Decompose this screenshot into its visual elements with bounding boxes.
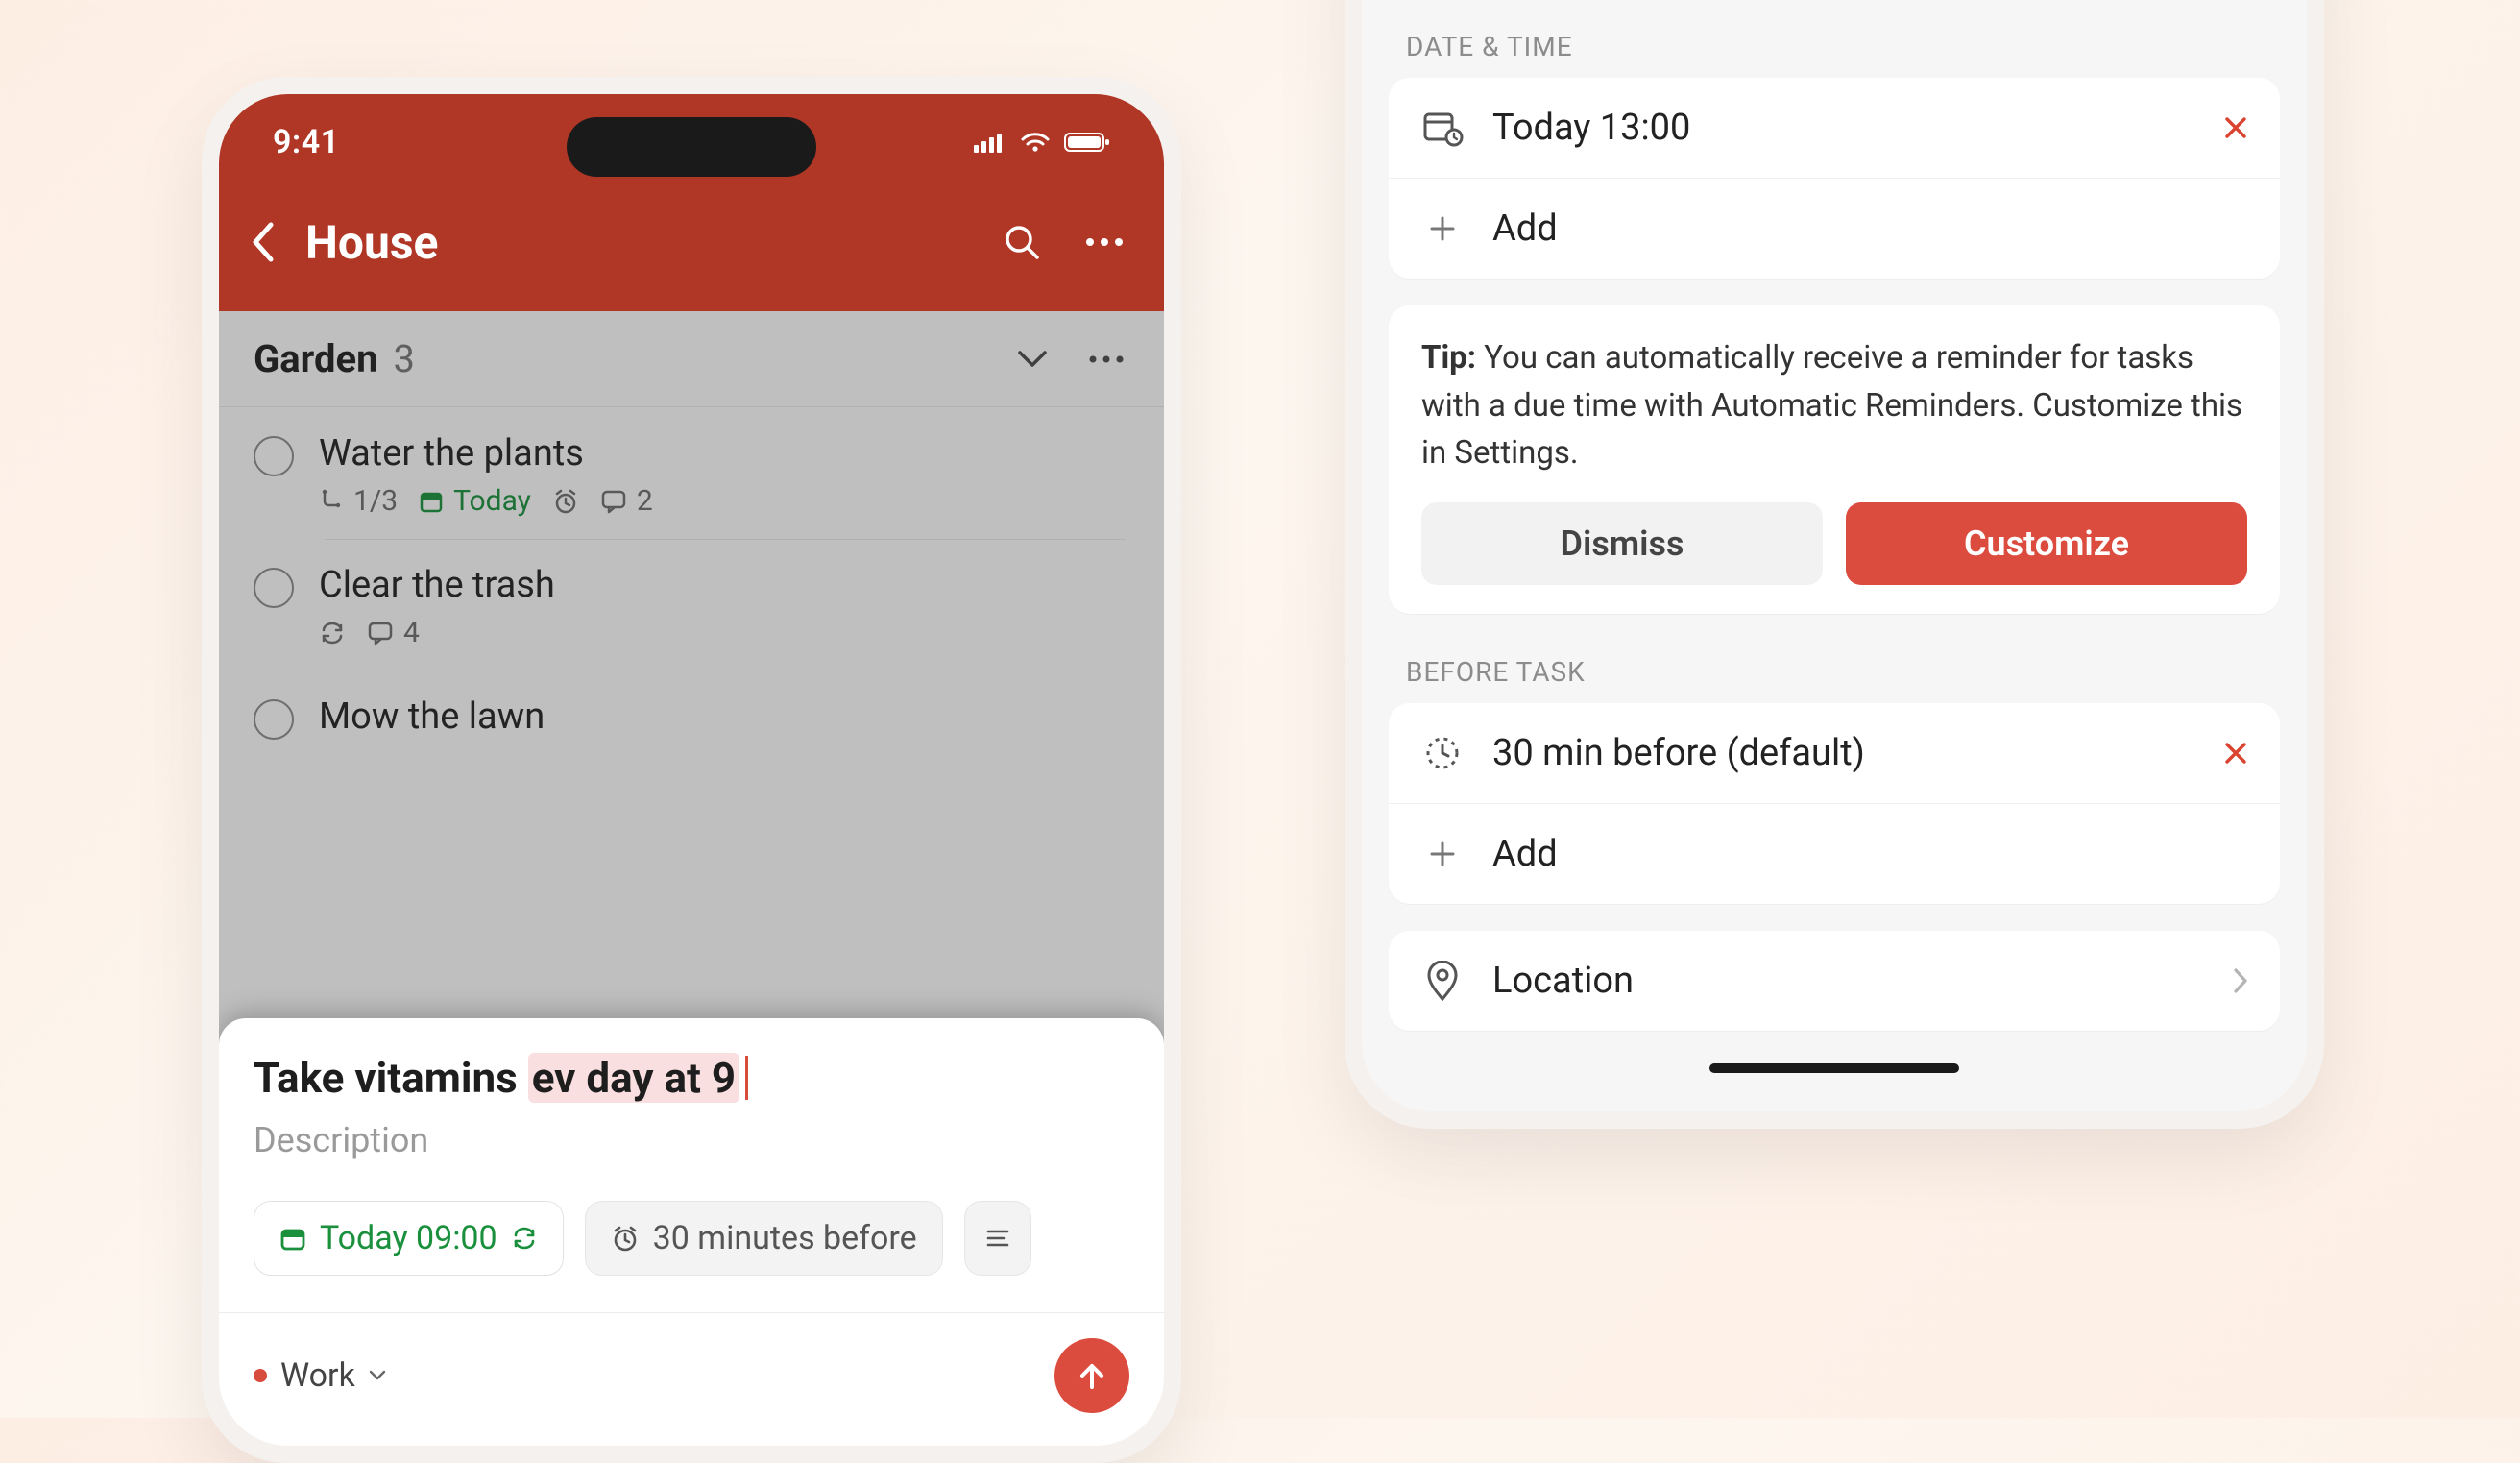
search-icon[interactable] — [1003, 223, 1041, 261]
phone-screen-left: 9:41 Hou — [219, 94, 1164, 1446]
calendar-clock-icon — [1419, 109, 1466, 147]
status-time: 9:41 — [273, 123, 340, 161]
tip-card: Tip: You can automatically receive a rem… — [1389, 305, 2280, 614]
phone-frame-left: 9:41 Hou — [202, 77, 1181, 1463]
datetime-row[interactable]: Today 13:00 — [1389, 78, 2280, 178]
task-row[interactable]: Water the plants 1/3 Today — [219, 407, 1164, 539]
cellular-icon — [974, 132, 1006, 153]
add-before-row[interactable]: Add — [1389, 803, 2280, 904]
task-row[interactable]: Mow the lawn — [219, 671, 1164, 761]
section-count: 3 — [394, 336, 415, 381]
task-checkbox[interactable] — [254, 436, 294, 476]
clear-before-icon[interactable] — [2222, 740, 2249, 767]
section-more-icon[interactable] — [1087, 354, 1126, 365]
datetime-card: Today 13:00 Add — [1389, 78, 2280, 279]
section-label-datetime: DATE & TIME — [1362, 0, 2307, 78]
task-name: Mow the lawn — [319, 695, 545, 738]
quick-add-sheet: Take vitamins ev day at 9 Description To… — [219, 1018, 1164, 1446]
subtasks-icon: 1/3 — [319, 484, 398, 518]
before-task-card: 30 min before (default) Add — [1389, 703, 2280, 904]
recurring-icon — [319, 622, 346, 645]
chevron-down-icon[interactable] — [1016, 349, 1049, 370]
dynamic-island — [567, 117, 816, 177]
section-name: Garden — [254, 336, 378, 381]
alarm-icon — [552, 488, 579, 515]
battery-icon — [1064, 131, 1110, 154]
arrow-up-icon — [1075, 1358, 1109, 1393]
location-card: Location — [1389, 931, 2280, 1031]
home-indicator — [1709, 1063, 1959, 1073]
reminder-chip[interactable]: 30 minutes before — [585, 1201, 943, 1276]
due-chip: Today — [419, 484, 531, 518]
wifi-icon — [1020, 131, 1051, 154]
comments-icon: 2 — [600, 484, 653, 518]
chevron-right-icon — [2232, 966, 2249, 995]
task-description-input[interactable]: Description — [254, 1120, 1129, 1160]
more-options-chip[interactable] — [964, 1201, 1031, 1276]
project-color-dot — [254, 1369, 267, 1382]
phone-frame-right: DATE & TIME Today 13:00 Add — [1345, 0, 2324, 1129]
add-datetime-row[interactable]: Add — [1389, 178, 2280, 279]
task-checkbox[interactable] — [254, 568, 294, 608]
before-task-row[interactable]: 30 min before (default) — [1389, 703, 2280, 803]
clear-datetime-icon[interactable] — [2222, 114, 2249, 141]
back-icon[interactable] — [248, 221, 279, 263]
task-row[interactable]: Clear the trash 4 — [219, 539, 1164, 671]
section-header[interactable]: Garden 3 — [219, 311, 1164, 407]
due-date-chip[interactable]: Today 09:00 — [254, 1201, 564, 1276]
task-checkbox[interactable] — [254, 699, 294, 740]
chevron-down-icon — [369, 1370, 386, 1381]
customize-button[interactable]: Customize — [1846, 502, 2247, 585]
plus-icon — [1419, 213, 1466, 244]
comments-icon: 4 — [367, 616, 420, 649]
task-list: Garden 3 Wa — [219, 311, 1164, 1061]
more-icon[interactable] — [1083, 235, 1126, 249]
plus-icon — [1419, 839, 1466, 869]
phone-screen-right: DATE & TIME Today 13:00 Add — [1362, 0, 2307, 1111]
section-label-before: BEFORE TASK — [1362, 614, 2307, 703]
task-name: Clear the trash — [319, 564, 555, 606]
task-name: Water the plants — [319, 432, 653, 475]
location-pin-icon — [1419, 961, 1466, 1001]
text-cursor — [745, 1056, 748, 1100]
dismiss-button[interactable]: Dismiss — [1421, 502, 1823, 585]
nav-bar: House — [219, 190, 1164, 311]
task-title-input[interactable]: Take vitamins ev day at 9 — [254, 1053, 1129, 1103]
tip-text: Tip: You can automatically receive a rem… — [1421, 334, 2247, 477]
submit-button[interactable] — [1054, 1338, 1129, 1413]
project-picker[interactable]: Work — [254, 1356, 386, 1395]
timer-icon — [1419, 734, 1466, 772]
location-row[interactable]: Location — [1389, 931, 2280, 1031]
nav-title: House — [305, 215, 438, 270]
